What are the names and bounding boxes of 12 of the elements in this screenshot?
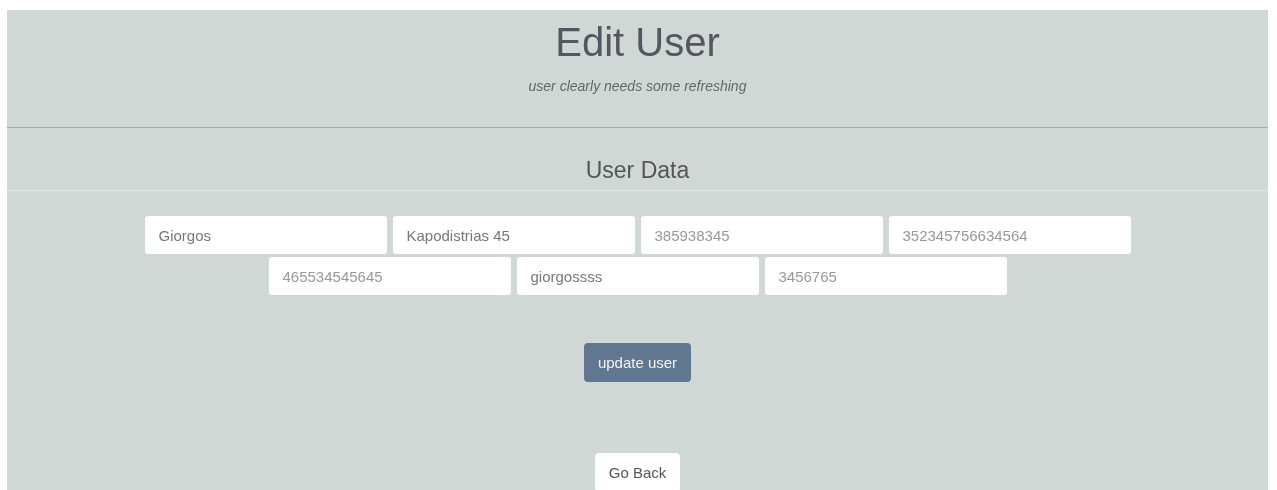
- input-field[interactable]: Giorgos: [144, 216, 387, 254]
- input-field[interactable]: 352345756634564: [888, 216, 1131, 254]
- back-button[interactable]: Go Back: [594, 453, 681, 490]
- input-field[interactable]: 3456765: [764, 257, 1007, 295]
- input-field[interactable]: Kapodistrias 45: [392, 216, 635, 254]
- page-title: Edit User: [554, 19, 721, 66]
- input-field[interactable]: 465534545645: [268, 257, 511, 295]
- section-title: User Data: [7, 128, 1268, 191]
- input-field[interactable]: giorgossss: [516, 257, 759, 295]
- page-subtitle: user clearly needs some refreshing: [527, 78, 748, 94]
- update-button[interactable]: update user: [583, 343, 692, 382]
- input-field[interactable]: 385938345: [640, 216, 883, 254]
